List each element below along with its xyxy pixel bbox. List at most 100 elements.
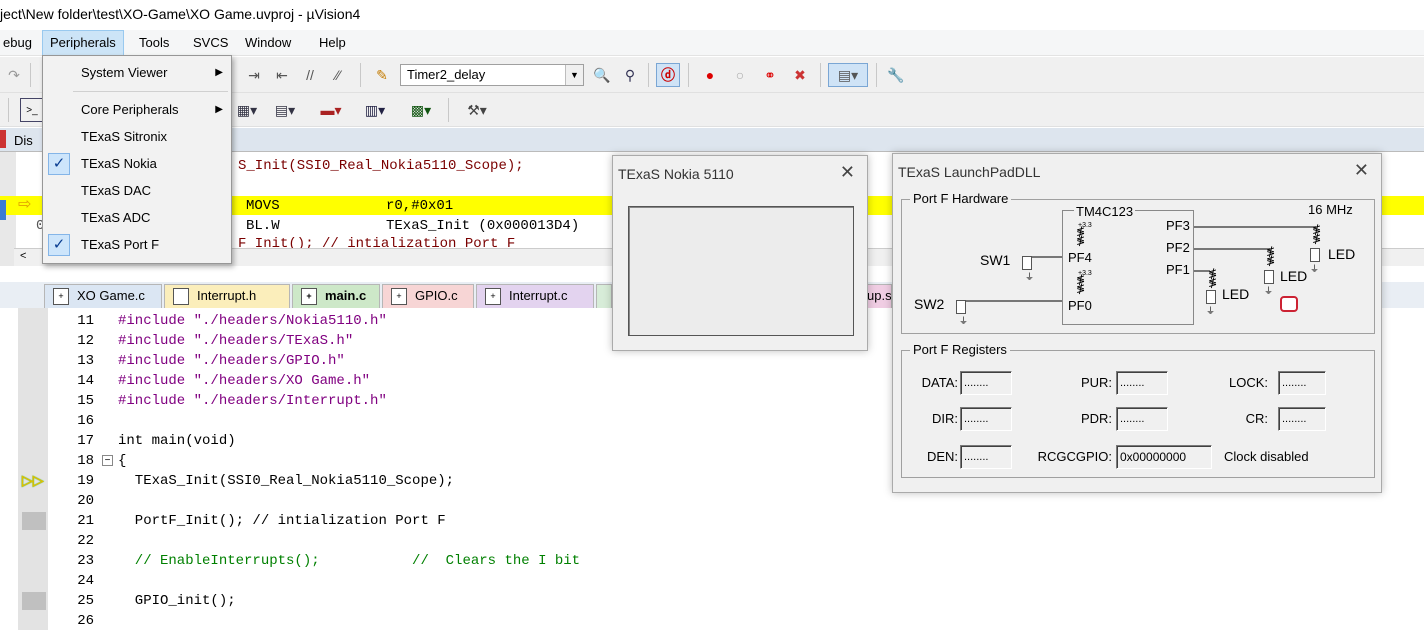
led-red-indicator (1206, 290, 1216, 304)
reg-label: RCGCGPIO: (1037, 449, 1112, 464)
line-number: 26 (77, 613, 94, 629)
command-window-icon[interactable]: >_ (20, 98, 44, 122)
tab-interrupt-c[interactable]: + Interrupt.c (476, 284, 594, 308)
tab-main-c[interactable]: + main.c (292, 284, 380, 308)
checkmark-icon: ✓ (48, 234, 70, 256)
window-title: ject\New folder\test\XO-Game\XO Game.uvp… (0, 0, 1424, 30)
chevron-down-icon[interactable]: ▼ (565, 65, 583, 85)
watch-window-icon[interactable]: ▤▾ (268, 98, 302, 122)
reg-rcgcgpio-field: 0x00000000 (1116, 445, 1212, 469)
line-number: 24 (77, 573, 94, 589)
reg-dir-field: ........ (960, 407, 1012, 431)
reg-lock-field: ........ (1278, 371, 1326, 395)
toolbar-separator (8, 98, 9, 122)
c-file-icon: + (301, 288, 317, 305)
close-icon[interactable]: ✕ (1354, 160, 1369, 181)
unindent-icon[interactable]: ⇤ (270, 63, 294, 87)
comment-icon[interactable]: // (298, 63, 322, 87)
kill-all-breakpoints-icon[interactable]: ✖ (788, 63, 812, 87)
nokia-5110-window: TExaS Nokia 5110 ✕ (612, 155, 868, 351)
tab-partial[interactable] (596, 284, 612, 308)
peripherals-menu: System Viewer ▶ Core Peripherals ▶ TExaS S… (42, 55, 232, 264)
code-line: #include "./headers/Nokia5110.h" (118, 313, 387, 329)
reg-pdr-field: ........ (1116, 407, 1168, 431)
code-line: { (118, 453, 127, 469)
breakpoint-slot[interactable] (22, 512, 46, 530)
find-in-files-icon[interactable]: ⚲ (618, 63, 642, 87)
disable-all-breakpoints-icon[interactable]: ⚭ (758, 63, 782, 87)
redo-icon[interactable]: ↷ (2, 63, 26, 87)
disasm-args: TExaS_Init (0x000013D4) (386, 218, 580, 234)
code-line: #include "./headers/TExaS.h" (118, 333, 354, 349)
disasm-op: BL.W (246, 218, 280, 234)
menu-peripherals[interactable]: Peripherals (42, 30, 124, 56)
close-icon[interactable]: ✕ (840, 162, 855, 183)
menu-item-texas-sitronix[interactable]: TExaS Sitronix (43, 124, 231, 150)
resistor-icon: ≸ ≸ (1208, 268, 1218, 289)
open-file-icon[interactable]: ✎ (370, 63, 394, 87)
menu-item-core-peripherals[interactable]: Core Peripherals ▶ (43, 97, 231, 123)
menu-item-label: TExaS Port F (81, 237, 160, 252)
toolbar-separator (448, 98, 449, 122)
switch-sw2-label: SW2 (914, 296, 945, 312)
ground-icon: ⏚ (1206, 306, 1216, 316)
uncomment-icon[interactable]: ⁄⁄ (326, 63, 350, 87)
debug-session-icon[interactable]: ⓓ (656, 63, 680, 87)
menu-window[interactable]: Window (238, 30, 298, 56)
tab-gpio-c[interactable]: + GPIO.c (382, 284, 474, 308)
menu-item-texas-dac[interactable]: TExaS DAC (43, 178, 231, 204)
line-number: 12 (77, 333, 94, 349)
switch-sw1-button[interactable] (1022, 256, 1032, 270)
reg-label: LOCK: (1228, 375, 1268, 390)
pin-pf1: PF1 (1166, 262, 1190, 277)
find-icon[interactable]: 🔍 (590, 63, 614, 87)
ground-icon: ⏚ (1264, 286, 1274, 296)
submenu-arrow-icon: ▶ (215, 67, 223, 78)
led-green-indicator (1264, 270, 1274, 284)
memory-window-icon[interactable]: ▬▾ (314, 98, 348, 122)
lcd-screen (628, 206, 854, 336)
analysis-window-icon[interactable]: ▩▾ (404, 98, 438, 122)
ground-icon: ⏚ (959, 316, 969, 326)
reset-button[interactable] (1280, 296, 1298, 312)
serial-window-icon[interactable]: ▥▾ (358, 98, 392, 122)
tools-icon[interactable]: ⚒▾ (458, 98, 496, 122)
tab-label: XO Game.c (77, 288, 145, 303)
menu-item-texas-adc[interactable]: TExaS ADC (43, 205, 231, 231)
wire (1030, 256, 1062, 258)
target-combo[interactable]: Timer2_delay ▼ (400, 64, 584, 86)
menu-item-texas-port-f[interactable]: ✓ TExaS Port F (43, 232, 231, 258)
wire (1194, 248, 1270, 250)
call-stack-icon[interactable]: ▦▾ (232, 98, 262, 122)
reg-cr-field: ........ (1278, 407, 1326, 431)
collapse-icon[interactable]: − (102, 455, 113, 466)
wrench-icon[interactable]: 🔧 (884, 63, 908, 87)
code-line: // EnableInterrupts(); // Clears the I b… (118, 553, 581, 569)
target-combo-value: Timer2_delay (407, 67, 486, 82)
tab-interrupt-h[interactable]: Interrupt.h (164, 284, 290, 308)
menu-debug[interactable]: ebug (0, 30, 39, 56)
switch-sw2-button[interactable] (956, 300, 966, 314)
resistor-icon: ≸ ≸ (1312, 224, 1322, 245)
menu-item-texas-nokia[interactable]: ✓ TExaS Nokia (43, 151, 231, 177)
line-number: 22 (77, 533, 94, 549)
indent-icon[interactable]: ⇥ (242, 63, 266, 87)
reg-data-field: ........ (960, 371, 1012, 395)
menu-help[interactable]: Help (312, 30, 353, 56)
breakpoint-disabled-icon[interactable]: ○ (728, 63, 752, 87)
h-file-icon (173, 288, 189, 305)
line-number: 14 (77, 373, 94, 389)
menu-svcs[interactable]: SVCS (186, 30, 235, 56)
tab-startup-s[interactable]: up.s (866, 284, 892, 308)
breakpoint-icon[interactable]: ● (698, 63, 722, 87)
window-layout-icon[interactable]: ▤▾ (828, 63, 868, 87)
tab-xo-game-c[interactable]: + XO Game.c (44, 284, 162, 308)
menu-item-label: Core Peripherals (81, 102, 179, 117)
breakpoint-slot[interactable] (22, 592, 46, 610)
resistor-icon: ≸ ≸ (1076, 226, 1086, 247)
tab-label: main.c (325, 288, 367, 303)
menu-tools[interactable]: Tools (132, 30, 176, 56)
menu-item-system-viewer[interactable]: System Viewer ▶ (43, 60, 231, 86)
disassembly-tab[interactable]: Dis (14, 131, 38, 151)
scroll-left-icon[interactable]: < (20, 250, 26, 262)
